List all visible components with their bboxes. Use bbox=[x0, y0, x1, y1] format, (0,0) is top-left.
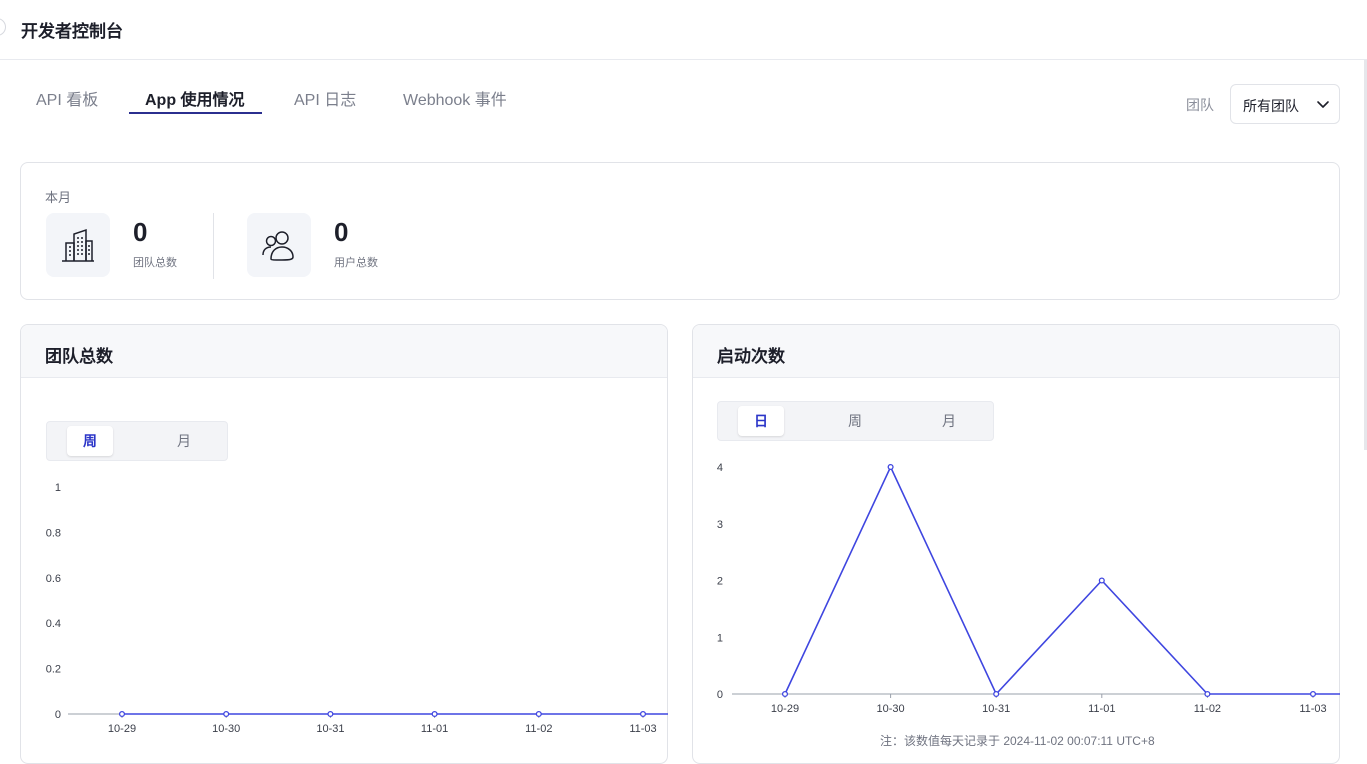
user-total-label: 用户总数 bbox=[334, 257, 378, 269]
y-tick-label: 4 bbox=[717, 462, 723, 474]
users-icon-box bbox=[247, 213, 311, 277]
y-tick-label: 3 bbox=[717, 519, 723, 531]
y-tick-label: 0.6 bbox=[46, 573, 61, 585]
launches-panel-title: 启动次数 bbox=[717, 347, 785, 366]
data-point[interactable] bbox=[993, 690, 1000, 698]
data-point[interactable] bbox=[887, 463, 894, 471]
x-tick-label: 11-01 bbox=[421, 723, 448, 735]
tab-app-usage[interactable]: App 使用情况 bbox=[145, 86, 245, 110]
y-tick-label: 1 bbox=[717, 632, 723, 644]
app-title: 开发者控制台 bbox=[21, 22, 123, 41]
building-icon-box bbox=[46, 213, 110, 277]
series-line bbox=[784, 465, 1340, 696]
teams-line-chart: 0 0.2 0.4 0.6 0.8 1 10-29 10-30 10-31 11-01 11-02 1… bbox=[46, 482, 668, 735]
x-tick-label: 10-29 bbox=[771, 703, 799, 715]
top-bar: 开发者控制台 bbox=[0, 0, 1367, 60]
period-label: 本月 bbox=[45, 190, 72, 205]
data-point[interactable] bbox=[781, 690, 789, 698]
y-tick-label: 0.8 bbox=[46, 527, 61, 539]
user-total-value: 0 bbox=[334, 217, 349, 247]
teams-period-toggle: 周 月 bbox=[46, 421, 228, 461]
period-option-week[interactable]: 周 bbox=[832, 406, 878, 436]
data-point[interactable] bbox=[431, 710, 438, 718]
y-tick-label: 0.2 bbox=[46, 664, 61, 676]
building-icon bbox=[62, 228, 94, 262]
data-point[interactable] bbox=[223, 710, 230, 718]
x-tick-label: 11-02 bbox=[1194, 703, 1221, 715]
tab-api-logs[interactable]: API 日志 bbox=[294, 86, 356, 110]
y-tick-label: 1 bbox=[55, 482, 61, 494]
x-tick-label: 11-02 bbox=[525, 723, 552, 735]
period-option-month[interactable]: 月 bbox=[161, 426, 207, 456]
data-point[interactable] bbox=[1098, 577, 1105, 584]
tab-webhook-events[interactable]: Webhook 事件 bbox=[403, 86, 507, 110]
x-tick-label: 10-30 bbox=[877, 703, 905, 715]
data-point[interactable] bbox=[639, 710, 647, 718]
active-tab-indicator bbox=[129, 112, 262, 114]
x-tick-label: 10-30 bbox=[212, 723, 240, 735]
team-select-value: 所有团队 bbox=[1243, 98, 1299, 114]
sidebar-toggle[interactable] bbox=[0, 18, 6, 36]
data-point[interactable] bbox=[118, 710, 126, 718]
period-option-week[interactable]: 周 bbox=[67, 426, 113, 456]
users-icon bbox=[262, 231, 294, 261]
data-point[interactable] bbox=[1204, 690, 1211, 698]
team-total-label: 团队总数 bbox=[133, 257, 177, 269]
y-tick-label: 0 bbox=[55, 709, 61, 721]
period-option-month[interactable]: 月 bbox=[926, 406, 972, 436]
stats-divider bbox=[213, 213, 214, 279]
data-point[interactable] bbox=[1309, 690, 1317, 698]
chevron-down-icon bbox=[1317, 101, 1329, 108]
data-point[interactable] bbox=[535, 710, 542, 718]
x-tick-label: 11-03 bbox=[1299, 703, 1326, 715]
monthly-stats-card: 本月 0 团队总数 0 用户总数 bbox=[20, 162, 1340, 300]
x-tick-label: 10-31 bbox=[982, 703, 1010, 715]
panel-header: 团队总数 bbox=[21, 325, 667, 378]
teams-panel-title: 团队总数 bbox=[45, 347, 113, 366]
tab-api-dashboard[interactable]: API 看板 bbox=[36, 86, 98, 110]
x-tick-label: 11-01 bbox=[1088, 703, 1115, 715]
y-tick-label: 2 bbox=[717, 576, 723, 588]
y-tick-label: 0.4 bbox=[46, 618, 61, 630]
launches-line-chart: 0 1 2 3 4 10-29 10-30 10-31 11-01 11-02 11-03 bbox=[717, 462, 1340, 715]
y-tick-label: 0 bbox=[717, 689, 723, 701]
x-tick-label: 10-31 bbox=[316, 723, 344, 735]
team-total-value: 0 bbox=[133, 217, 148, 247]
period-option-day[interactable]: 日 bbox=[738, 406, 784, 436]
panel-header: 启动次数 bbox=[693, 325, 1339, 378]
team-filter-label: 团队 bbox=[1186, 97, 1214, 113]
launches-note: 注：该数值每天记录于 2024-11-02 00:07:11 UTC+8 bbox=[880, 734, 1155, 748]
x-tick-label: 10-29 bbox=[108, 723, 136, 735]
launches-period-toggle: 日 周 月 bbox=[717, 401, 994, 441]
data-point[interactable] bbox=[327, 710, 334, 718]
team-select[interactable]: 所有团队 bbox=[1230, 84, 1340, 124]
x-tick-label: 11-03 bbox=[629, 723, 656, 735]
